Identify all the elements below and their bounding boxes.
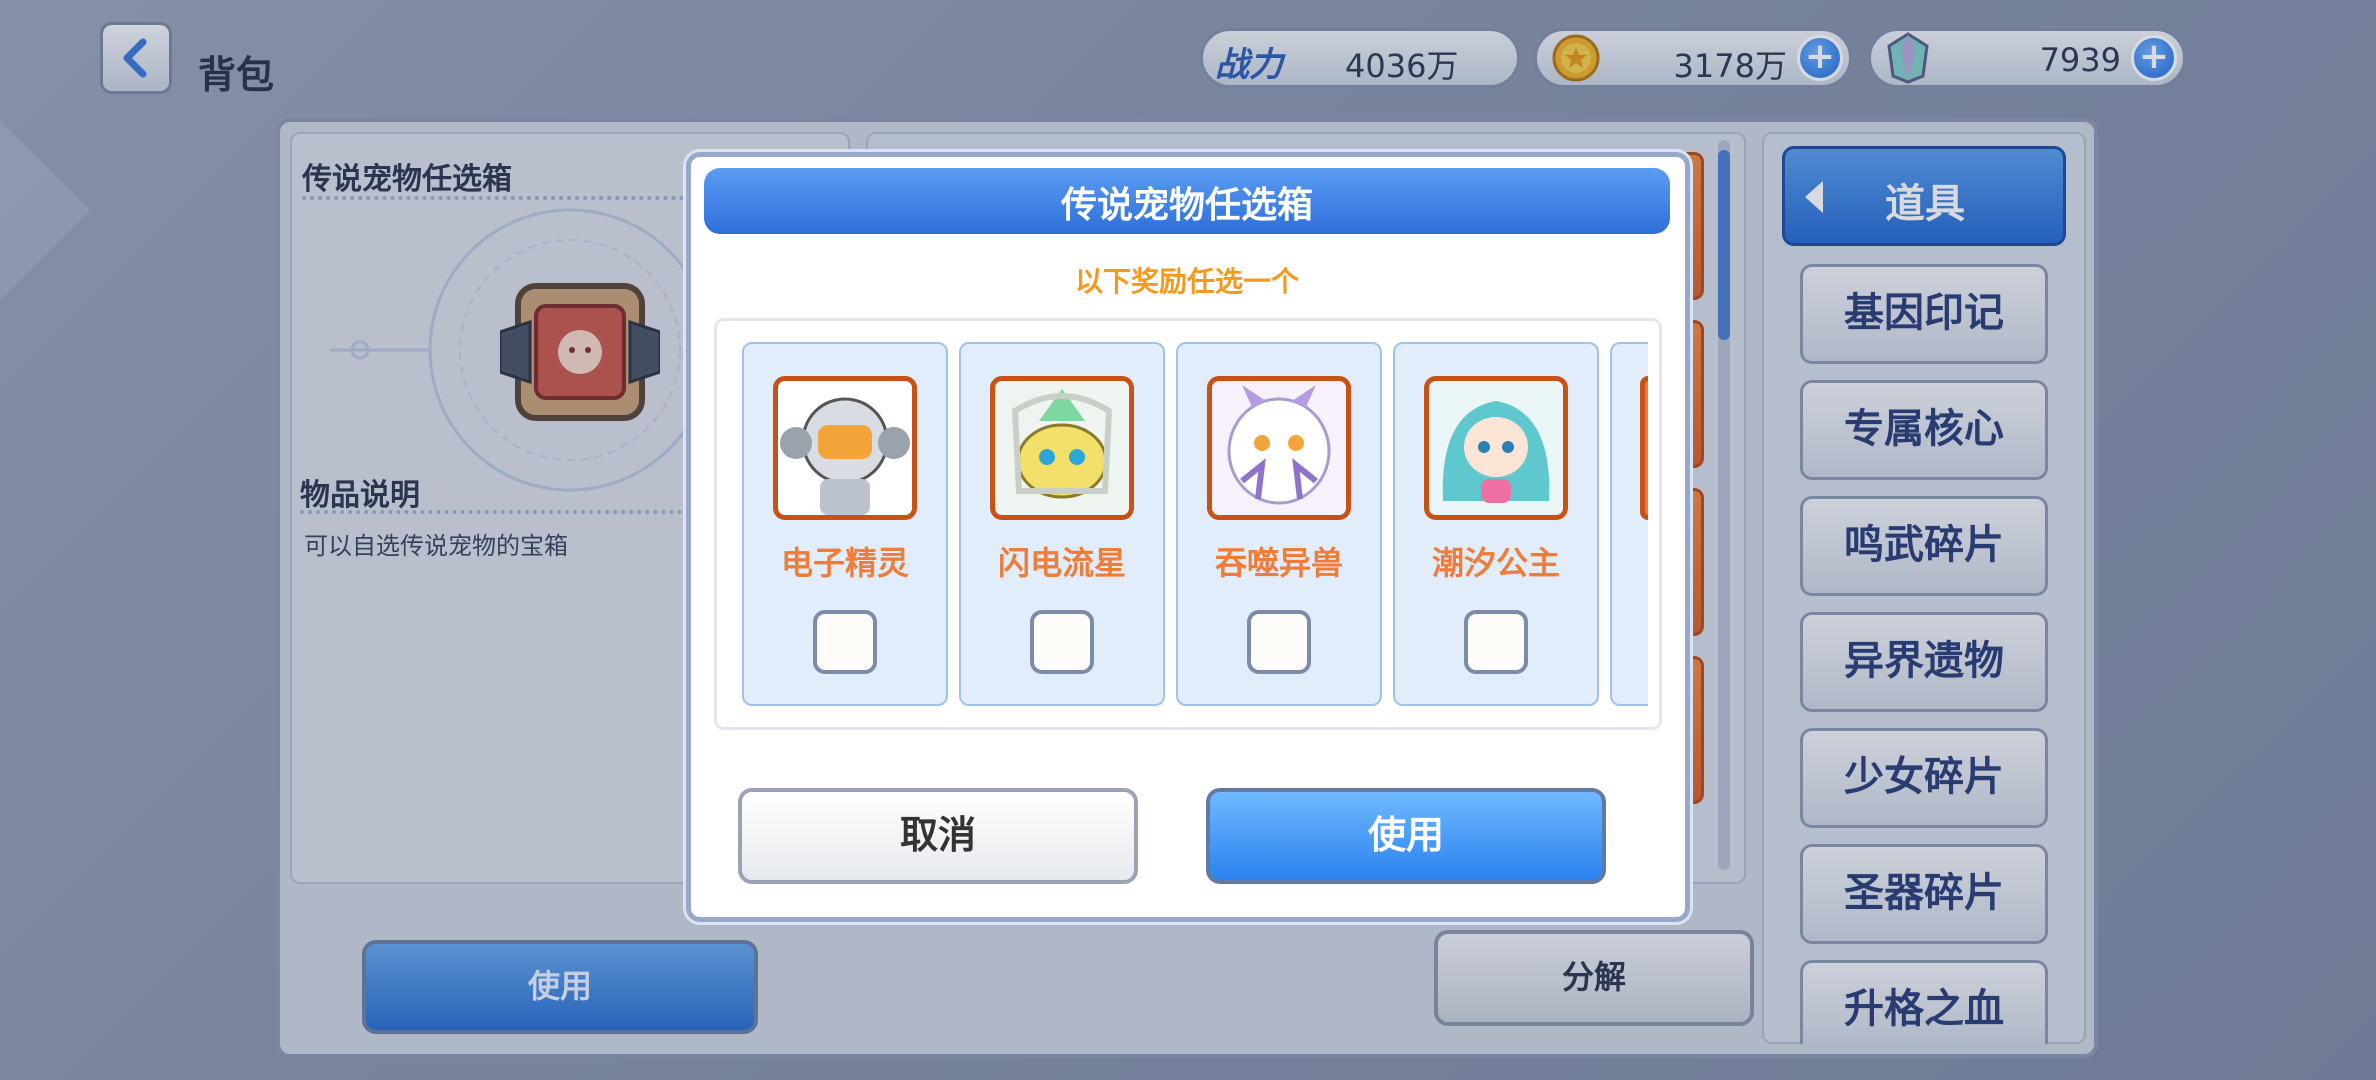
cancel-button[interactable]: 取消 (738, 788, 1138, 884)
pet-portrait-icon (990, 376, 1134, 520)
dialog-title: 传说宠物任选箱 (1060, 185, 1313, 226)
pet-portrait-icon (1424, 376, 1568, 520)
devourer-pet-icon (1212, 381, 1346, 515)
option-checkbox[interactable] (813, 610, 877, 674)
pet-name: 电子精灵 (780, 544, 909, 582)
option-checkbox[interactable] (1464, 610, 1528, 674)
option-checkbox[interactable] (1030, 610, 1094, 674)
tide-princess-pet-icon (1429, 381, 1563, 515)
pet-name: 潮汐公主 (1431, 544, 1560, 582)
pet-name: 闪电流星 (997, 544, 1126, 582)
pet-name: 吞噬异兽 (1214, 544, 1343, 582)
confirm-use-button[interactable]: 使用 (1206, 788, 1606, 884)
robot-pet-icon (778, 381, 912, 515)
dialog-hint: 以下奖励任选一个 (1074, 265, 1299, 298)
pet-portrait-icon (1207, 376, 1351, 520)
option-checkbox[interactable] (1247, 610, 1311, 674)
pet-portrait-partial (1640, 376, 1648, 520)
lightning-pet-icon (995, 381, 1129, 515)
pet-portrait-icon (773, 376, 917, 520)
